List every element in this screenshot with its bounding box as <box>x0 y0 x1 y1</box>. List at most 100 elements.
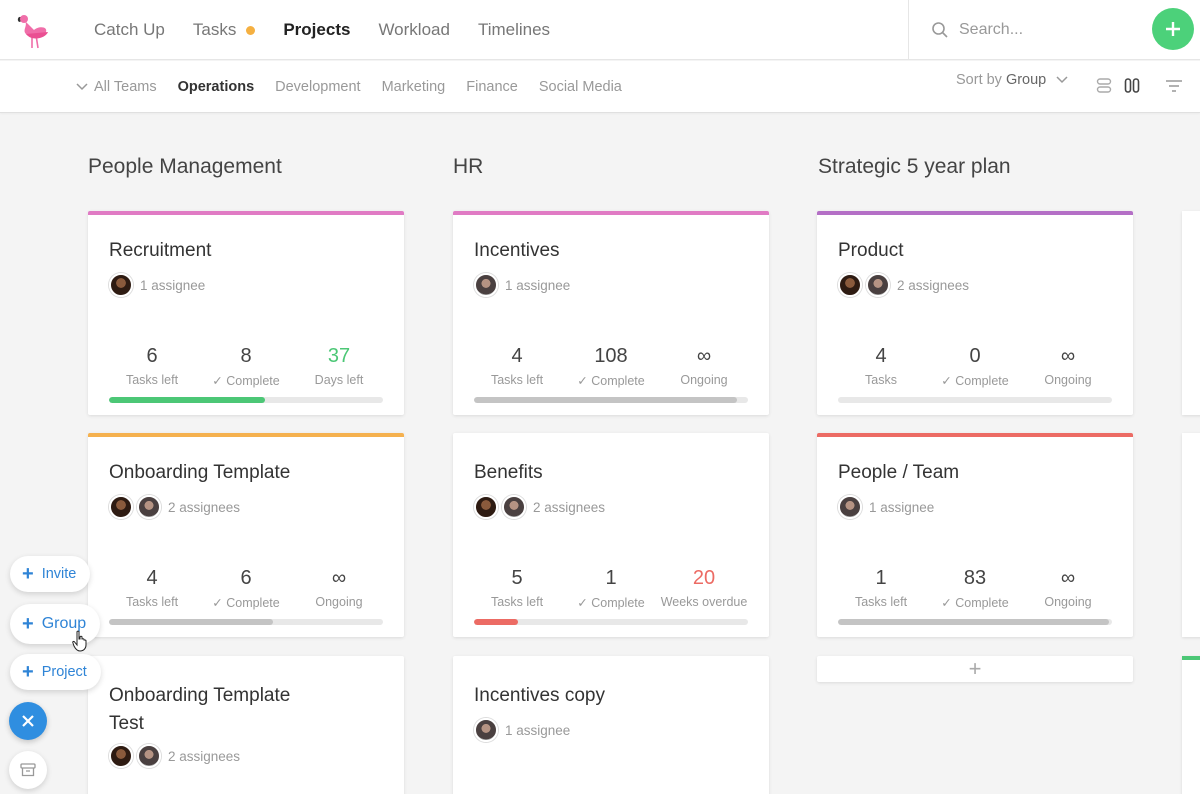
tab-operations[interactable]: Operations <box>178 79 255 95</box>
stat-value: ∞ <box>1060 567 1076 589</box>
stat-label: Days left <box>314 373 364 387</box>
board-view-icon[interactable] <box>1124 77 1140 95</box>
nav-projects-label: Projects <box>283 20 351 39</box>
avatar <box>474 495 498 519</box>
nav-catch-up[interactable]: Catch Up <box>94 20 165 40</box>
close-menu-button[interactable] <box>9 702 47 740</box>
tab-finance[interactable]: Finance <box>466 79 518 95</box>
offscreen-card[interactable] <box>1182 211 1200 415</box>
project-card-onboarding-template[interactable]: Onboarding Template 2 assignees 4 Tasks l… <box>88 433 404 637</box>
card-color-bar <box>453 211 769 215</box>
card-title: Product <box>838 240 904 261</box>
assignees[interactable]: 2 assignees <box>838 273 969 297</box>
project-card-recruitment[interactable]: Recruitment 1 assignee 6 Tasks left 8 ✓ Co… <box>88 211 404 415</box>
column-title-people-management: People Management <box>88 155 282 178</box>
tab-development-label: Development <box>275 79 361 95</box>
add-project-fab-button[interactable]: + Project <box>10 654 101 690</box>
stat-label: Ongoing <box>315 595 363 609</box>
flamingo-logo-icon[interactable] <box>12 8 56 52</box>
avatar <box>109 744 133 768</box>
main-nav: Catch Up Tasks Projects Workload Timelin… <box>80 0 564 60</box>
assignee-count: 1 assignee <box>505 277 571 293</box>
chevron-down-icon <box>76 83 88 91</box>
list-view-icon[interactable] <box>1096 77 1112 95</box>
assignees[interactable]: 1 assignee <box>474 273 570 297</box>
stat-value: ∞ <box>1060 345 1076 367</box>
team-tabs: All Teams Operations Development Marketi… <box>76 61 643 113</box>
invite-button[interactable]: + Invite <box>10 556 91 592</box>
tab-marketing-label: Marketing <box>381 79 446 95</box>
assignees[interactable]: 2 assignees <box>109 495 240 519</box>
card-title: People / Team <box>838 462 960 483</box>
tab-development[interactable]: Development <box>275 79 360 95</box>
stat-label: Ongoing <box>680 373 728 387</box>
close-icon <box>22 715 34 727</box>
nav-tasks[interactable]: Tasks <box>193 20 256 40</box>
chevron-down-icon <box>1056 76 1068 84</box>
notification-dot <box>246 25 256 35</box>
avatar <box>474 273 498 297</box>
tab-operations-label: Operations <box>177 79 255 95</box>
assignee-count: 2 assignees <box>533 499 606 515</box>
progress-fill <box>474 619 518 625</box>
assignees[interactable]: 2 assignees <box>474 495 605 519</box>
stat-value: 37 <box>327 345 351 367</box>
project-card-incentives[interactable]: Incentives 1 assignee 4 Tasks left 108 ✓ C… <box>453 211 769 415</box>
stat-weeks-overdue: 20 Weeks overdue <box>649 567 759 609</box>
nav-timelines[interactable]: Timelines <box>478 20 550 40</box>
add-project-button[interactable]: + <box>817 656 1133 682</box>
offscreen-card[interactable] <box>1182 433 1200 637</box>
tab-social-media-label: Social Media <box>538 79 622 95</box>
stat-ongoing: ∞ Ongoing <box>284 567 394 609</box>
tab-marketing[interactable]: Marketing <box>382 79 446 95</box>
project-card-benefits[interactable]: Benefits 2 assignees 5 Tasks left 1 ✓ Comp… <box>453 433 769 637</box>
avatar <box>137 495 161 519</box>
progress-fill <box>109 397 266 403</box>
plus-icon: + <box>22 562 34 585</box>
column-title-strategic-plan: Strategic 5 year plan <box>818 155 1011 178</box>
stat-days-left: 37 Days left <box>284 345 394 387</box>
plus-icon <box>1166 22 1180 36</box>
project-card-onboarding-template-test[interactable]: Onboarding Template Test 2 assignees <box>88 656 404 794</box>
project-card-product[interactable]: Product 2 assignees 4 Tasks 0 ✓ Complete ∞… <box>817 211 1133 415</box>
avatar <box>474 718 498 742</box>
project-label: Project <box>41 664 87 680</box>
avatar <box>137 744 161 768</box>
nav-workload[interactable]: Workload <box>378 20 450 40</box>
project-card-people-team[interactable]: People / Team 1 assignee 1 Tasks left 83 ✓… <box>817 433 1133 637</box>
card-color-bar <box>88 433 404 437</box>
tab-social-media[interactable]: Social Media <box>539 79 622 95</box>
stat-label: Weeks overdue <box>660 595 748 609</box>
assignees[interactable]: 1 assignee <box>109 273 205 297</box>
avatar <box>866 273 890 297</box>
nav-catch-up-label: Catch Up <box>94 20 165 39</box>
avatar <box>109 495 133 519</box>
archive-button[interactable] <box>9 751 47 789</box>
assignees[interactable]: 1 assignee <box>838 495 934 519</box>
sort-dropdown[interactable]: Sort by Group <box>956 72 1068 88</box>
tab-all-teams[interactable]: All Teams <box>76 79 157 95</box>
sort-label: Sort by <box>956 72 1002 88</box>
assignees[interactable]: 1 assignee <box>474 718 570 742</box>
search-icon <box>932 22 948 38</box>
filter-icon[interactable] <box>1164 77 1184 95</box>
assignee-count: 1 assignee <box>869 499 935 515</box>
card-color-bar <box>88 211 404 215</box>
hand-cursor-icon <box>72 630 87 652</box>
nav-projects[interactable]: Projects <box>283 20 350 40</box>
add-button[interactable] <box>1152 8 1194 50</box>
invite-label: Invite <box>41 566 77 582</box>
card-title: Recruitment <box>109 240 212 261</box>
assignee-count: 1 assignee <box>505 722 571 738</box>
card-title-line-2: Test <box>109 713 144 734</box>
progress-bar <box>838 619 1112 625</box>
assignees[interactable]: 2 assignees <box>109 744 240 768</box>
add-project-plus-icon: + <box>968 656 982 681</box>
assignee-count: 2 assignees <box>168 748 241 764</box>
offscreen-card[interactable] <box>1182 656 1200 794</box>
search-input[interactable] <box>959 17 1139 43</box>
card-title: Incentives <box>474 240 560 261</box>
stat-label: Ongoing <box>1044 595 1092 609</box>
project-card-incentives-copy[interactable]: Incentives copy 1 assignee <box>453 656 769 794</box>
sort-value: Group <box>1005 72 1047 88</box>
